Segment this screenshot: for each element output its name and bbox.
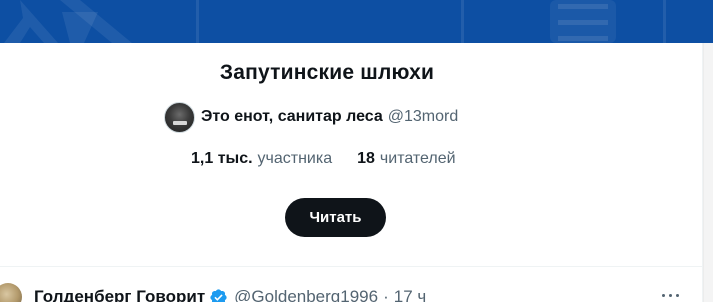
scrollbar[interactable] xyxy=(703,43,713,302)
follow-button[interactable]: Читать xyxy=(285,198,386,237)
members-count: 1,1 тыс. xyxy=(191,150,253,167)
more-icon[interactable] xyxy=(662,294,679,298)
tweet-author-handle[interactable]: @Goldenberg1996 xyxy=(234,287,378,302)
list-stats: 1,1 тыс. участника 18 читателей xyxy=(191,150,456,168)
owner-avatar[interactable] xyxy=(164,101,195,133)
banner-line xyxy=(663,0,666,43)
followers-link[interactable]: 18 читателей xyxy=(357,150,455,168)
owner-name[interactable]: Это енот, санитар леса xyxy=(201,108,383,126)
banner-artwork xyxy=(4,0,666,43)
list-banner xyxy=(0,0,713,43)
banner-line xyxy=(196,0,199,43)
verified-badge-icon[interactable] xyxy=(209,288,228,302)
menu-icon xyxy=(550,0,616,43)
banner-line xyxy=(461,0,464,43)
list-title: Запутинские шлюхи xyxy=(219,61,435,84)
followers-count: 18 xyxy=(357,150,375,167)
tweet[interactable]: Голденберг Говорит @Goldenberg1996 · 17 … xyxy=(0,283,703,302)
tweet-header: Голденберг Говорит @Goldenberg1996 · 17 … xyxy=(34,287,426,302)
tweet-author-name[interactable]: Голденберг Говорит xyxy=(34,287,205,302)
tweet-author-avatar[interactable] xyxy=(0,283,22,302)
owner-handle[interactable]: @13mord xyxy=(388,108,459,126)
tweet-timestamp[interactable]: 17 ч xyxy=(394,287,427,302)
separator-dot: · xyxy=(383,287,389,302)
list-owner[interactable]: Это енот, санитар леса @13mord xyxy=(164,101,458,133)
members-link[interactable]: 1,1 тыс. участника xyxy=(191,150,332,168)
members-label: участника xyxy=(257,150,333,167)
section-divider xyxy=(0,266,703,267)
followers-label: читателей xyxy=(379,150,456,167)
x-logo-icon xyxy=(4,0,132,43)
